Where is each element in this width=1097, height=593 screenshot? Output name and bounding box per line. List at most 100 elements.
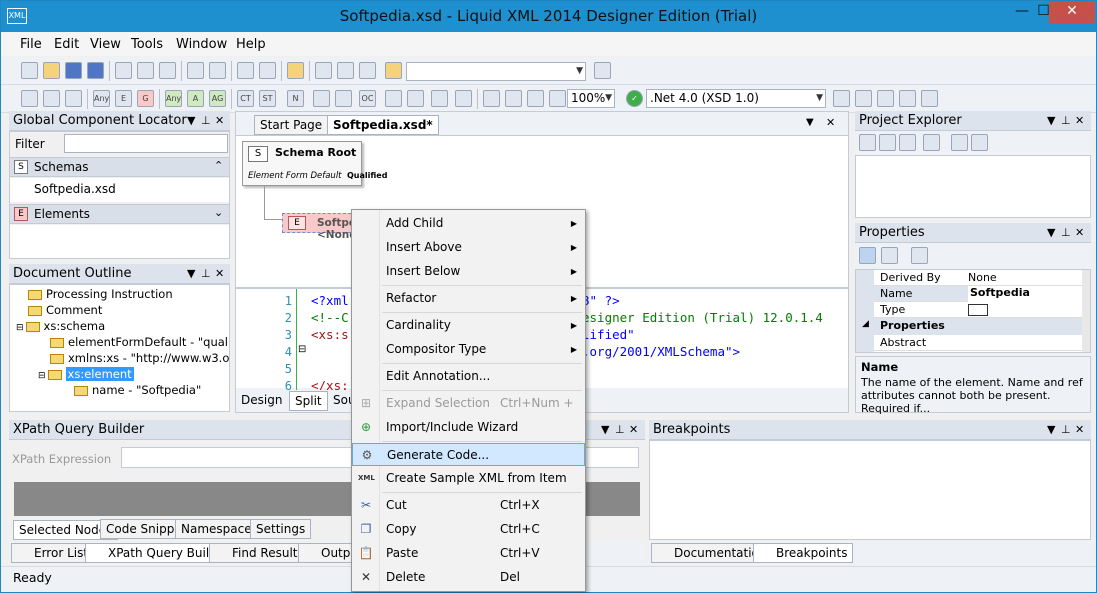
close-icon[interactable]: ✕ <box>1075 223 1084 242</box>
element-icon[interactable]: E <box>115 90 132 107</box>
menu-cardinality[interactable]: Cardinality ▶ <box>352 314 585 337</box>
xml-icon[interactable] <box>833 90 850 107</box>
pin-icon[interactable]: ⊥ <box>1061 223 1071 242</box>
tree-node[interactable]: ⊟ xs:schema <box>16 319 105 333</box>
close-icon[interactable]: ✕ <box>1075 111 1084 130</box>
panel-menu-icon[interactable]: ▼ <box>1047 111 1055 130</box>
tree-layout-icon[interactable] <box>21 90 38 107</box>
tab-find-results[interactable]: Find Results <box>209 543 310 563</box>
menu-cut[interactable]: ✂ Cut Ctrl+X <box>352 494 585 517</box>
forward-arrow-icon[interactable] <box>359 62 376 79</box>
print-preview-icon[interactable] <box>259 62 276 79</box>
property-value[interactable]: Softpedia <box>968 286 1082 302</box>
panel-menu-icon[interactable]: ▼ <box>1047 420 1055 439</box>
chevron-down-icon[interactable]: ▼ <box>605 90 612 107</box>
tree-node[interactable]: elementFormDefault - "qualified" <box>50 335 229 349</box>
menu-create-sample-xml[interactable]: XML Create Sample XML from Item <box>352 467 585 490</box>
open-project-icon[interactable] <box>879 134 896 151</box>
list-4-icon[interactable] <box>455 90 472 107</box>
print-icon[interactable] <box>237 62 254 79</box>
find-in-files-icon[interactable] <box>385 62 402 79</box>
property-grid-scrollbar[interactable] <box>1082 270 1090 352</box>
pin-icon[interactable]: ⊥ <box>1061 420 1071 439</box>
menu-expand-selection[interactable]: ⊞ Expand Selection Ctrl+Num + <box>352 392 585 415</box>
open-folder-icon[interactable] <box>43 62 60 79</box>
tab-softpedia-xsd[interactable]: Softpedia.xsd* <box>327 115 439 135</box>
tab-error-list[interactable]: Error List <box>11 543 95 563</box>
gear-icon[interactable] <box>855 90 872 107</box>
external-link-icon[interactable] <box>315 62 332 79</box>
menu-generate-code[interactable]: ⚙ Generate Code... <box>352 443 585 466</box>
back-arrow-icon[interactable] <box>337 62 354 79</box>
schemas-section-header[interactable]: S Schemas ⌃ <box>10 157 229 177</box>
expand-all-icon[interactable] <box>549 90 566 107</box>
chevron-down-icon[interactable]: ▼ <box>806 117 814 128</box>
delete-icon[interactable] <box>923 134 940 151</box>
collapse-icon[interactable]: ◢ <box>862 319 869 329</box>
layout-icon[interactable] <box>483 90 500 107</box>
tree-node[interactable]: Processing Instruction <box>28 287 173 301</box>
menu-refactor[interactable]: Refactor ▶ <box>352 287 585 310</box>
check-icon[interactable] <box>335 90 352 107</box>
menu-file[interactable]: File <box>20 37 42 52</box>
menu-window[interactable]: Window <box>176 37 227 52</box>
group-icon[interactable]: G <box>137 90 154 107</box>
zoom-combo[interactable]: 100% ▼ <box>567 89 615 108</box>
expand-icon[interactable] <box>527 90 544 107</box>
panel-menu-icon[interactable]: ▼ <box>601 420 609 439</box>
any-attribute-icon[interactable]: Any <box>165 90 182 107</box>
complex-type-icon[interactable]: CT <box>237 90 254 107</box>
property-row-selected[interactable]: Name Softpedia <box>874 286 1082 302</box>
find-combo[interactable]: ▼ <box>406 62 586 81</box>
menu-paste[interactable]: 📋 Paste Ctrl+V <box>352 542 585 565</box>
menu-edit[interactable]: Edit <box>54 37 79 52</box>
run-icon[interactable] <box>921 90 938 107</box>
chevron-down-icon[interactable]: ▼ <box>816 90 823 107</box>
hierarchy-icon[interactable] <box>899 90 916 107</box>
validate-icon[interactable]: ✓ <box>626 90 643 107</box>
new-project-icon[interactable] <box>859 134 876 151</box>
close-icon[interactable]: ✕ <box>1075 420 1084 439</box>
collapse-icon[interactable] <box>505 90 522 107</box>
categorized-icon[interactable] <box>859 247 876 264</box>
sort-alpha-icon[interactable] <box>881 247 898 264</box>
key-icon[interactable] <box>313 90 330 107</box>
elements-section-header[interactable]: E Elements ⌄ <box>10 204 229 224</box>
attribute-group-icon[interactable]: AG <box>209 90 226 107</box>
copy-icon[interactable] <box>137 62 154 79</box>
tab-split[interactable]: Split <box>289 391 328 411</box>
schema-root-node[interactable]: S Schema Root Element Form Default Quali… <box>242 141 387 186</box>
tree-node[interactable]: name - "Softpedia" <box>74 383 201 397</box>
properties-icon[interactable] <box>971 134 988 151</box>
open-content-icon[interactable]: OC <box>359 90 376 107</box>
pin-icon[interactable]: ⊥ <box>1061 111 1071 130</box>
cut-icon[interactable] <box>115 62 132 79</box>
collapse-icon[interactable]: ⊟ <box>38 371 46 381</box>
document-icon[interactable] <box>594 62 611 79</box>
pin-icon[interactable]: ⊥ <box>615 420 625 439</box>
pin-icon[interactable]: ⊥ <box>201 111 211 130</box>
minimize-button[interactable]: — <box>1007 1 1037 23</box>
menu-insert-below[interactable]: Insert Below ▶ <box>352 260 585 283</box>
tab-breakpoints[interactable]: Breakpoints <box>753 543 854 563</box>
tree-node[interactable]: Comment <box>28 303 102 317</box>
tree-layout-3-icon[interactable] <box>65 90 82 107</box>
panel-menu-icon[interactable]: ▼ <box>1047 223 1055 242</box>
close-icon[interactable]: ✕ <box>629 420 638 439</box>
tab-settings[interactable]: Settings <box>250 519 312 539</box>
close-icon[interactable]: ✕ <box>826 116 835 129</box>
panel-menu-icon[interactable]: ▼ <box>187 264 195 283</box>
notation-icon[interactable]: N <box>287 90 304 107</box>
type-value-box[interactable] <box>968 304 988 316</box>
undo-icon[interactable] <box>187 62 204 79</box>
wand-icon[interactable] <box>877 90 894 107</box>
property-pages-icon[interactable] <box>911 247 928 264</box>
menu-import-include-wizard[interactable]: ⊕ Import/Include Wizard <box>352 416 585 439</box>
collapse-icon[interactable]: ⌃ <box>214 159 223 172</box>
expand-icon[interactable]: ⌄ <box>214 206 223 219</box>
tab-start-page[interactable]: Start Page <box>254 115 329 135</box>
simple-type-icon[interactable]: ST <box>259 90 276 107</box>
list-2-icon[interactable] <box>407 90 424 107</box>
menu-compositor-type[interactable]: Compositor Type ▶ <box>352 338 585 361</box>
close-button[interactable]: ✕ <box>1049 1 1095 23</box>
